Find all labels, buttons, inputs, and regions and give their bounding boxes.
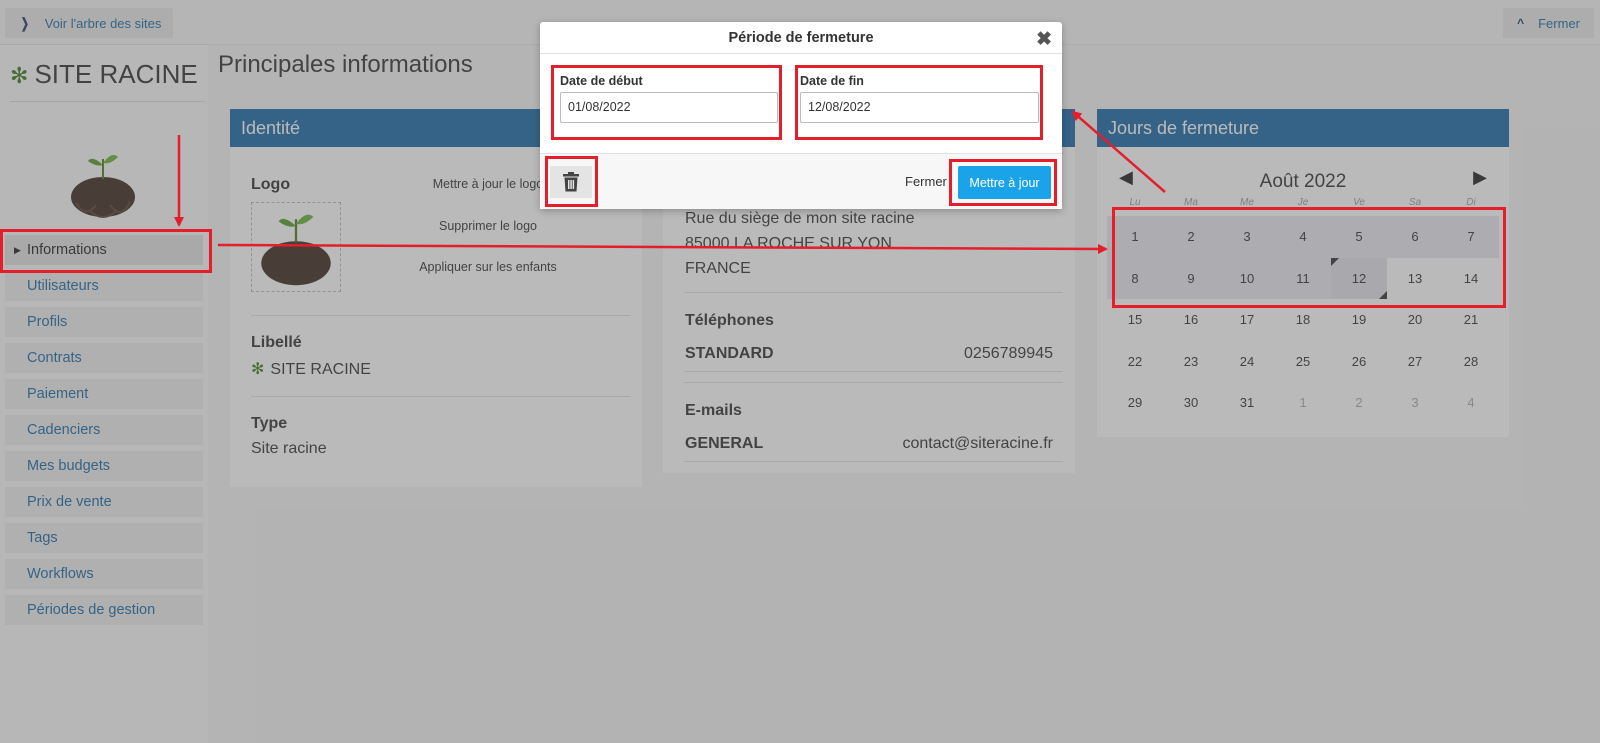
highlight-delete-button: [545, 156, 598, 207]
highlight-end-date: [795, 65, 1043, 140]
highlight-calendar-range: [1112, 207, 1506, 308]
highlight-start-date: [551, 65, 782, 140]
close-icon[interactable]: ✖: [1036, 28, 1052, 51]
modal-close-button[interactable]: Fermer: [905, 174, 947, 189]
highlight-informations: [0, 229, 212, 273]
modal-title: Période de fermeture: [540, 22, 1062, 54]
highlight-update-button: [949, 159, 1057, 206]
